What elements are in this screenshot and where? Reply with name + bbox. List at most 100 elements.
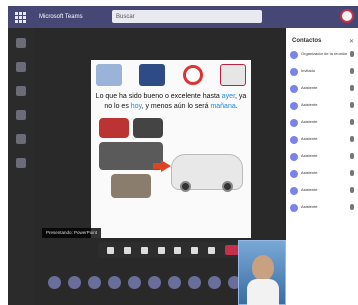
contact-avatar: [290, 102, 298, 110]
panel-title: Contactos: [292, 38, 322, 44]
attendee-strip: [48, 276, 241, 289]
logo-4: [219, 64, 246, 86]
teams-window: Microsoft Teams Buscar Lo que ha sido bu…: [8, 6, 358, 305]
contact-avatar: [290, 204, 298, 212]
mic-icon: [350, 187, 354, 193]
old-car-photo-1: [99, 118, 129, 138]
mic-icon[interactable]: [123, 246, 131, 254]
chat-icon[interactable]: [16, 62, 26, 72]
contact-item[interactable]: Asistente: [286, 99, 358, 116]
quote-part-3: , y menos aún lo será: [141, 103, 211, 110]
self-face: [252, 255, 274, 281]
contact-item[interactable]: Invitado: [286, 65, 358, 82]
arrow-right-icon: [161, 160, 171, 172]
attendee-avatar[interactable]: [188, 276, 201, 289]
contact-name: Asistente: [301, 102, 318, 107]
attendee-avatar[interactable]: [48, 276, 61, 289]
participants-icon[interactable]: [208, 246, 216, 254]
mic-icon: [350, 136, 354, 142]
mic-icon: [350, 85, 354, 91]
logo-2: [139, 64, 166, 86]
self-video[interactable]: [238, 240, 286, 305]
contact-avatar: [290, 119, 298, 127]
contact-item[interactable]: Asistente: [286, 167, 358, 184]
logo-1: [96, 64, 122, 86]
mic-icon: [350, 204, 354, 210]
attendee-avatar[interactable]: [128, 276, 141, 289]
search-input[interactable]: Buscar: [112, 10, 262, 23]
files-icon[interactable]: [16, 158, 26, 168]
contact-avatar: [290, 136, 298, 144]
mic-icon: [350, 68, 354, 74]
quote-part-1: Lo que ha sido bueno o excelente hasta: [95, 93, 222, 100]
camera-icon[interactable]: [106, 246, 114, 254]
activity-icon[interactable]: [16, 38, 26, 48]
contact-avatar: [290, 153, 298, 161]
teams-icon[interactable]: [16, 86, 26, 96]
hangup-button[interactable]: [225, 245, 240, 255]
contact-name: Asistente: [301, 187, 318, 192]
contact-item[interactable]: Asistente: [286, 201, 358, 218]
contact-avatar: [290, 68, 298, 76]
hand-icon[interactable]: [174, 246, 182, 254]
mic-icon: [350, 119, 354, 125]
app-launcher-icon[interactable]: [15, 10, 29, 24]
quote-word-ayer: ayer: [221, 93, 236, 100]
meeting-controls: [98, 242, 248, 258]
slide-quote: Lo que ha sido bueno o excelente hasta a…: [91, 92, 251, 112]
search-placeholder: Buscar: [116, 13, 135, 20]
quote-word-hoy: hoy: [130, 103, 142, 110]
calendar-icon[interactable]: [16, 110, 26, 120]
contact-item[interactable]: Asistente: [286, 184, 358, 201]
contact-name: Asistente: [301, 170, 318, 175]
slide-photos: [91, 116, 251, 216]
contact-name: Asistente: [301, 85, 318, 90]
contacts-panel: Contactos ✕ Organizador de la reunión Inv…: [286, 28, 358, 305]
attendee-avatar[interactable]: [148, 276, 161, 289]
contact-item[interactable]: Organizador de la reunión: [286, 48, 358, 65]
left-app-rail: [8, 28, 34, 305]
attendee-avatar[interactable]: [68, 276, 81, 289]
quote-part-4: .: [235, 103, 238, 110]
mic-icon: [350, 170, 354, 176]
panel-close-icon[interactable]: ✕: [349, 38, 354, 45]
logo-3: [182, 65, 203, 85]
contact-name: Asistente: [301, 204, 318, 209]
old-car-photo-4: [111, 174, 151, 198]
contact-name: Invitado: [301, 68, 316, 73]
title-bar: Microsoft Teams Buscar: [8, 6, 358, 28]
contact-item[interactable]: Asistente: [286, 133, 358, 150]
meeting-stage: Lo que ha sido bueno o excelente hasta a…: [34, 28, 286, 305]
contact-avatar: [290, 187, 298, 195]
contact-item[interactable]: Asistente: [286, 150, 358, 167]
contact-name: Asistente: [301, 136, 318, 141]
contact-avatar: [290, 51, 298, 59]
more-icon[interactable]: [157, 246, 165, 254]
shared-slide: Lo que ha sido bueno o excelente hasta a…: [91, 60, 251, 238]
contact-avatar: [290, 170, 298, 178]
mic-icon: [350, 51, 354, 57]
contact-name: Asistente: [301, 153, 318, 158]
contact-list: Organizador de la reunión Invitado Asisten…: [286, 48, 358, 218]
old-car-photo-2: [133, 118, 163, 138]
new-car-photo: [171, 154, 243, 192]
attendee-avatar[interactable]: [168, 276, 181, 289]
app-title: Microsoft Teams: [39, 14, 83, 20]
attendee-avatar[interactable]: [208, 276, 221, 289]
contact-item[interactable]: Asistente: [286, 116, 358, 133]
attendee-avatar[interactable]: [88, 276, 101, 289]
contact-item[interactable]: Asistente: [286, 82, 358, 99]
calls-icon[interactable]: [16, 134, 26, 144]
mic-icon: [350, 153, 354, 159]
attendee-avatar[interactable]: [108, 276, 121, 289]
contact-avatar: [290, 85, 298, 93]
slide-logos: [91, 60, 251, 86]
contact-name: Asistente: [301, 119, 318, 124]
mic-icon: [350, 102, 354, 108]
quote-word-manana: mañana: [210, 103, 236, 110]
profile-avatar[interactable]: [340, 9, 354, 23]
contact-name: Organizador de la reunión: [301, 51, 348, 56]
share-icon[interactable]: [140, 246, 148, 254]
chat-toggle-icon[interactable]: [191, 246, 199, 254]
presenter-name-tag: Presentando: PowerPoint: [42, 228, 102, 238]
